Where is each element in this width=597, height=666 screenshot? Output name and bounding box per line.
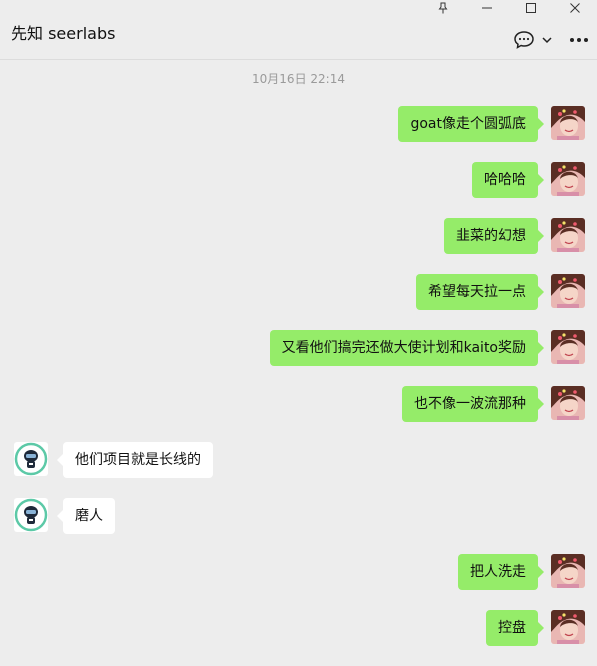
message-row: 韭菜的幻想	[0, 218, 597, 254]
message-timestamp: 10月16日 22:14	[252, 72, 345, 86]
message-bubble[interactable]: 韭菜的幻想	[444, 218, 544, 254]
avatar[interactable]	[14, 498, 48, 532]
chat-info-button[interactable]	[513, 30, 535, 50]
header-divider	[0, 59, 597, 60]
message-bubble[interactable]: 也不像一波流那种	[402, 386, 544, 422]
chat-title: 先知 seerlabs	[11, 24, 116, 43]
message-row: 他们项目就是长线的	[0, 442, 597, 478]
avatar[interactable]	[14, 442, 48, 476]
message-row: 又看他们搞完还做大使计划和kaito奖励	[0, 330, 597, 366]
chat-bubble-icon	[514, 31, 534, 49]
message-bubble[interactable]: 希望每天拉一点	[416, 274, 544, 310]
minimize-icon	[482, 7, 492, 9]
message-bubble[interactable]: 磨人	[57, 498, 115, 534]
avatar[interactable]	[551, 106, 585, 140]
message-row: 把人洗走	[0, 554, 597, 590]
header-actions	[513, 30, 589, 50]
close-button[interactable]	[553, 0, 597, 16]
message-row: goat像走个圆弧底	[0, 106, 597, 142]
message-row: 哈哈哈	[0, 162, 597, 198]
minimize-button[interactable]	[465, 0, 509, 16]
message-row: 也不像一波流那种	[0, 386, 597, 422]
message-row: 希望每天拉一点	[0, 274, 597, 310]
message-bubble[interactable]: 他们项目就是长线的	[57, 442, 213, 478]
title-bar: 先知 seerlabs	[0, 0, 597, 60]
avatar[interactable]	[551, 386, 585, 420]
chevron-down-icon	[542, 37, 552, 44]
maximize-icon	[526, 3, 536, 13]
avatar[interactable]	[551, 274, 585, 308]
message-row: 控盘	[0, 610, 597, 646]
avatar[interactable]	[551, 554, 585, 588]
pin-button[interactable]	[421, 0, 465, 16]
avatar[interactable]	[551, 330, 585, 364]
pin-icon	[438, 2, 448, 14]
avatar[interactable]	[551, 610, 585, 644]
chat-dropdown-button[interactable]	[541, 34, 553, 46]
more-button[interactable]	[569, 37, 589, 43]
message-bubble[interactable]: 控盘	[486, 610, 544, 646]
message-bubble[interactable]: 又看他们搞完还做大使计划和kaito奖励	[269, 330, 545, 366]
message-bubble[interactable]: 哈哈哈	[472, 162, 544, 198]
more-icon	[570, 38, 588, 42]
avatar[interactable]	[551, 218, 585, 252]
close-icon	[570, 3, 580, 13]
message-bubble[interactable]: goat像走个圆弧底	[398, 106, 544, 142]
message-bubble[interactable]: 把人洗走	[458, 554, 544, 590]
message-row: 磨人	[0, 498, 597, 534]
window-controls	[421, 0, 597, 16]
maximize-button[interactable]	[509, 0, 553, 16]
avatar[interactable]	[551, 162, 585, 196]
